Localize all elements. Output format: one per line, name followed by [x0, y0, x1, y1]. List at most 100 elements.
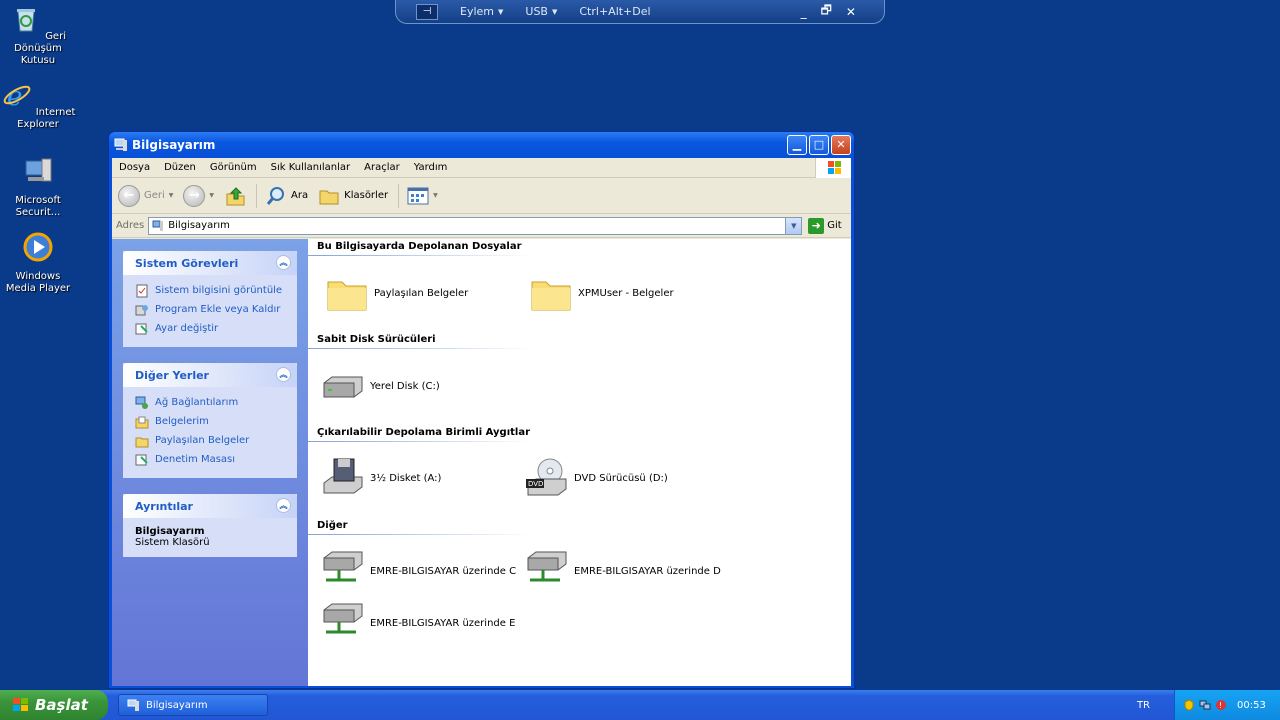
svg-text:!: ! — [1219, 701, 1222, 710]
standard-toolbar: ← Geri ▼ → ▼ Ara Klasörler ▼ — [112, 178, 851, 214]
alert-icon[interactable]: ! — [1215, 699, 1227, 711]
item-label: XPMUser - Belgeler — [578, 287, 674, 299]
task-view-system-info[interactable]: Sistem bilgisini görüntüle — [135, 281, 287, 300]
chevron-down-icon[interactable]: ▼ — [169, 192, 174, 199]
item-label: EMRE-BILGISAYAR üzerinde D — [574, 565, 721, 577]
chevron-down-icon: ▼ — [498, 7, 504, 16]
task-change-setting[interactable]: Ayar değiştir — [135, 319, 287, 338]
place-network-connections[interactable]: Ağ Bağlantılarım — [135, 393, 287, 412]
item-label: 3½ Disket (A:) — [370, 472, 442, 484]
chevron-down-icon: ▼ — [551, 7, 558, 16]
my-computer-icon — [114, 138, 127, 151]
item-label: Yerel Disk (C:) — [370, 380, 440, 392]
item-label: EMRE-BILGISAYAR üzerinde C — [370, 565, 517, 577]
chevron-down-icon[interactable]: ▼ — [209, 192, 214, 199]
language-indicator[interactable]: TR — [1137, 700, 1150, 711]
minimize-icon[interactable]: _ — [801, 5, 807, 19]
folders-button[interactable]: Klasörler — [318, 185, 388, 207]
item-shared-documents[interactable]: Paylaşılan Belgeler — [324, 270, 468, 316]
taskbar-window-button[interactable]: Bilgisayarım — [118, 694, 268, 716]
views-button[interactable]: ▼ — [407, 187, 438, 205]
group-header: Diğer — [317, 520, 348, 531]
windows-logo-icon — [815, 158, 851, 178]
address-bar: Adres Bilgisayarım ▼ ➜ Git — [112, 214, 851, 238]
search-button[interactable]: Ara — [265, 185, 308, 207]
up-button[interactable] — [224, 185, 246, 207]
menu-edit[interactable]: Düzen — [157, 162, 203, 173]
details-type: Sistem Klasörü — [135, 537, 210, 548]
panel-title: Diğer Yerler — [135, 368, 209, 382]
ctrl-alt-del-button[interactable]: Ctrl+Alt+Del — [579, 5, 650, 18]
security-shield-icon[interactable] — [1183, 699, 1195, 711]
title-bar[interactable]: Bilgisayarım ▁ □ ✕ — [109, 132, 854, 158]
place-shared-documents[interactable]: Paylaşılan Belgeler — [135, 431, 287, 450]
svg-text:DVD: DVD — [528, 480, 543, 488]
item-floppy-a[interactable]: 3½ Disket (A:) — [320, 455, 441, 501]
folder-icon — [327, 281, 367, 311]
action-menu[interactable]: Eylem ▼ — [460, 5, 503, 18]
group-header: Çıkarılabilir Depolama Birimli Aygıtlar — [317, 427, 531, 438]
other-places-header[interactable]: Diğer Yerler ︽ — [123, 363, 297, 387]
go-button[interactable]: ➜ Git — [808, 217, 842, 234]
folder-up-icon — [226, 186, 245, 205]
item-local-disk-c[interactable]: Yerel Disk (C:) — [320, 363, 440, 409]
menu-help[interactable]: Yardım — [407, 162, 455, 173]
go-arrow-icon: ➜ — [808, 217, 825, 234]
place-control-panel[interactable]: Denetim Masası — [135, 450, 287, 469]
network-drive-icon — [323, 551, 363, 582]
collapse-icon[interactable]: ︽ — [276, 255, 291, 270]
menu-favorites[interactable]: Sık Kullanılanlar — [264, 162, 358, 173]
panel-title: Ayrıntılar — [135, 499, 193, 513]
collapse-icon[interactable]: ︽ — [276, 498, 291, 513]
group-divider — [308, 348, 533, 349]
item-label: Paylaşılan Belgeler — [374, 287, 469, 299]
forward-button[interactable]: → ▼ — [183, 184, 214, 207]
internet-explorer-icon: e — [3, 82, 30, 112]
item-network-drive-c[interactable]: EMRE-BILGISAYAR üzerinde C — [320, 548, 516, 594]
desktop-icon-recycle-bin[interactable]: Geri Dönüşüm Kutusu — [0, 3, 76, 67]
close-button[interactable]: ✕ — [831, 135, 851, 155]
item-xpmuser-documents[interactable]: XPMUser - Belgeler — [528, 270, 674, 316]
start-button[interactable]: Başlat — [0, 690, 108, 720]
taskbar: Başlat Bilgisayarım TR ! 00:53 — [0, 690, 1280, 720]
desktop-icon-label: Microsoft Securit... — [15, 195, 61, 218]
desktop-icon-microsoft-security[interactable]: Microsoft Securit... — [0, 155, 76, 219]
menu-tools[interactable]: Araçlar — [357, 162, 407, 173]
clock: 00:53 — [1237, 699, 1266, 711]
pin-button[interactable]: ⊣ — [416, 3, 438, 20]
item-network-drive-d[interactable]: EMRE-BILGISAYAR üzerinde D — [524, 548, 721, 594]
chevron-down-icon: ▼ — [433, 192, 438, 199]
dvd-drive-icon: DVD — [526, 458, 567, 496]
system-tasks-header[interactable]: Sistem Görevleri ︽ — [123, 251, 297, 275]
maximize-button[interactable]: □ — [809, 135, 829, 155]
system-tasks-panel: Sistem Görevleri ︽ Sistem bilgisini görü… — [123, 251, 297, 347]
details-header[interactable]: Ayrıntılar ︽ — [123, 494, 297, 518]
collapse-icon[interactable]: ︽ — [276, 367, 291, 382]
item-dvd-d[interactable]: DVD DVD Sürücüsü (D:) — [524, 455, 668, 501]
back-arrow-icon: ← — [118, 184, 140, 207]
task-add-remove-programs[interactable]: Program Ekle veya Kaldır — [135, 300, 287, 319]
content-pane: Bu Bilgisayarda Depolanan Dosyalar Payla… — [308, 239, 851, 686]
computer-shield-icon — [25, 158, 52, 182]
desktop-icon-label: Geri Dönüşüm Kutusu — [14, 31, 66, 66]
back-button[interactable]: ← Geri ▼ — [118, 184, 174, 207]
close-icon: ✕ — [836, 138, 846, 151]
chevron-down-icon[interactable]: ▼ — [785, 217, 802, 234]
place-my-documents[interactable]: Belgelerim — [135, 412, 287, 431]
details-name: Bilgisayarım — [135, 526, 205, 537]
minimize-button[interactable]: ▁ — [787, 135, 807, 155]
network-icon[interactable] — [1199, 699, 1211, 711]
menu-file[interactable]: Dosya — [112, 162, 157, 173]
place-label: Ağ Bağlantılarım — [155, 397, 239, 408]
network-drive-icon — [527, 551, 567, 582]
item-network-drive-e[interactable]: EMRE-BILGISAYAR üzerinde E — [320, 600, 515, 646]
restore-icon[interactable]: 🗗 — [821, 1, 832, 22]
close-icon[interactable]: ✕ — [846, 5, 856, 19]
usb-menu[interactable]: USB ▼ — [525, 5, 557, 18]
menu-view[interactable]: Görünüm — [203, 162, 264, 173]
menu-bar: Dosya Düzen Görünüm Sık Kullanılanlar Ar… — [112, 158, 851, 178]
desktop-icon-windows-media-player[interactable]: Windows Media Player — [0, 231, 76, 295]
address-input[interactable]: Bilgisayarım ▼ — [148, 216, 803, 235]
network-icon — [135, 396, 148, 409]
desktop-icon-internet-explorer[interactable]: e Internet Explorer — [0, 79, 76, 131]
